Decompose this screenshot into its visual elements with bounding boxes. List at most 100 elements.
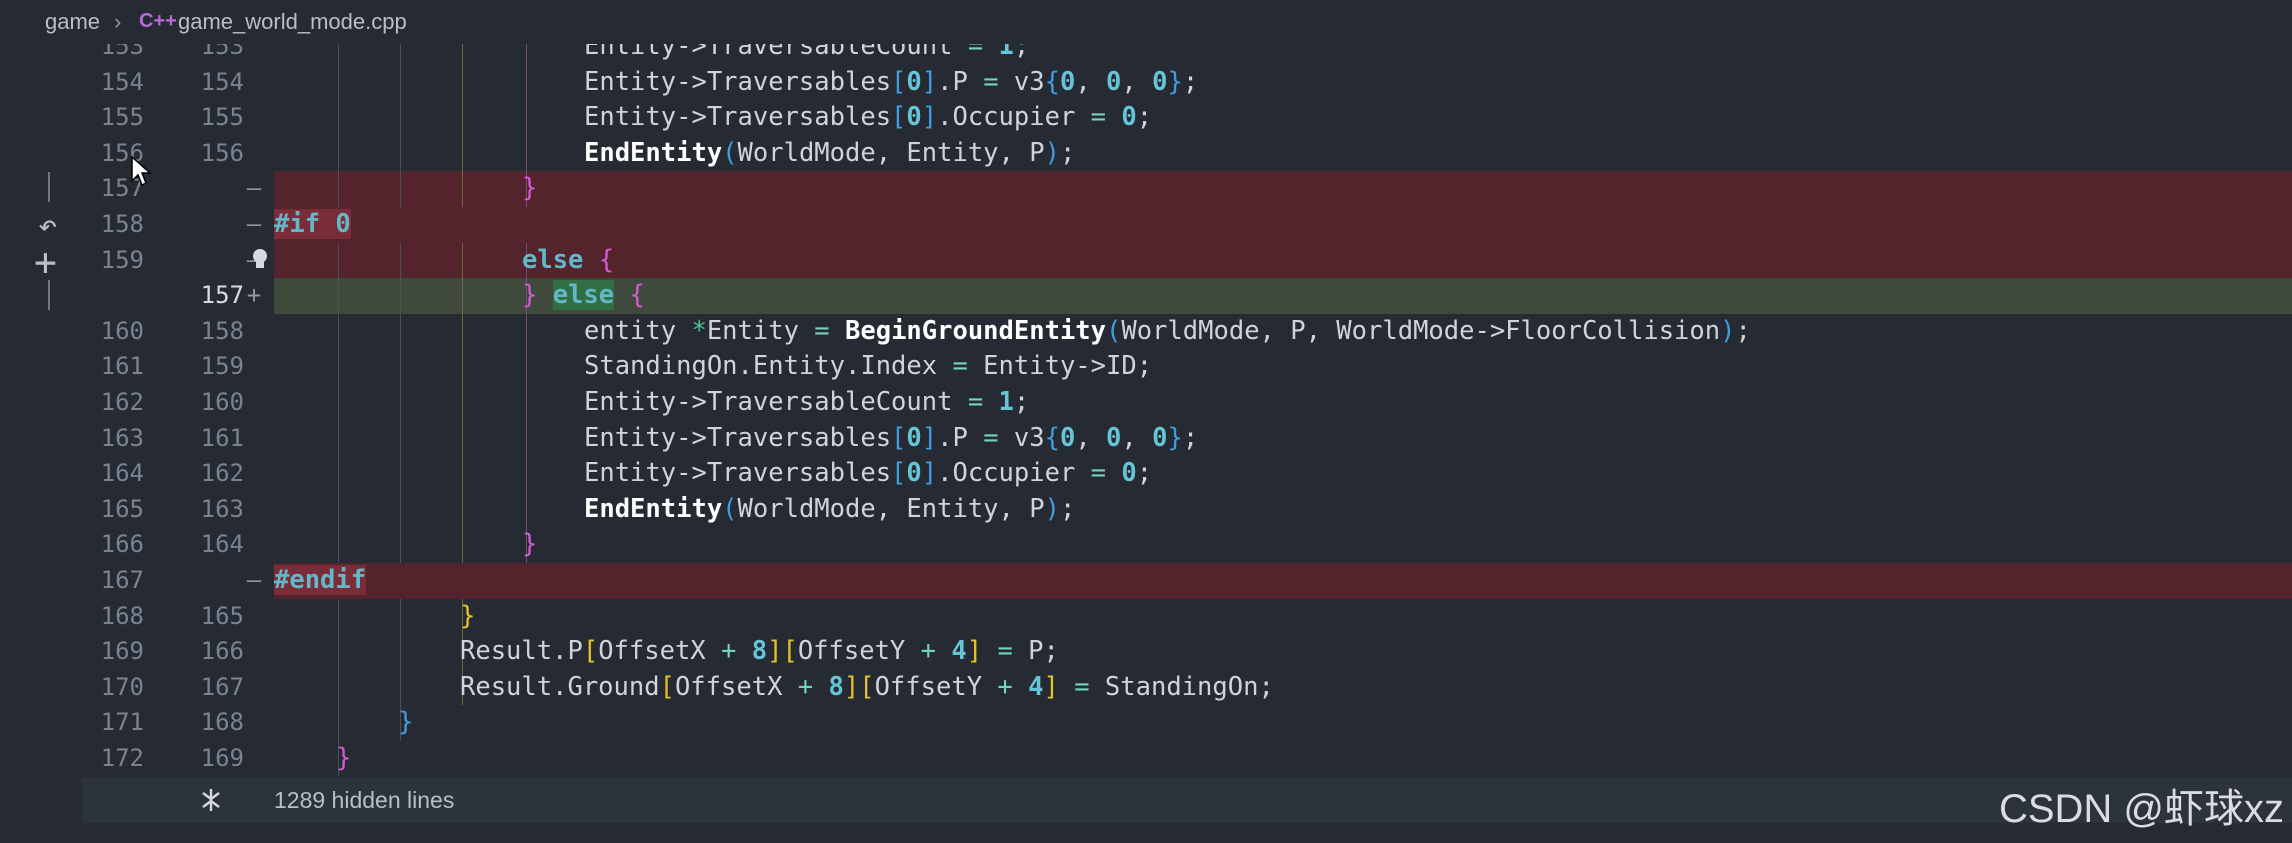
code-token: {: [629, 280, 645, 311]
revert-icon[interactable]: ↶: [38, 206, 57, 244]
breadcrumb: game › C++ game_world_mode.cpp: [0, 0, 2292, 44]
code-token: 0: [906, 66, 922, 97]
remove-marker: —: [246, 210, 262, 238]
code-line[interactable]: 169 166 Result.P[OffsetX + 8][OffsetY + 4]…: [0, 634, 2292, 670]
code-text[interactable]: }: [522, 527, 537, 563]
line-background: [274, 741, 2292, 777]
breadcrumb-folder[interactable]: game: [45, 9, 100, 35]
deleted-line[interactable]: 159— else {: [0, 242, 2292, 279]
line-background: [274, 171, 2292, 207]
code-text[interactable]: Result.Ground[OffsetX + 8][OffsetY + 4] …: [460, 670, 1274, 706]
code-text[interactable]: Entity->Traversables[0].P = v3{0, 0, 0};: [584, 421, 1198, 457]
code-token: *: [691, 315, 707, 346]
new-line-number: 154: [200, 67, 244, 96]
remove-marker: [244, 670, 264, 706]
code-text[interactable]: Result.P[OffsetX + 8][OffsetY + 4] = P;: [460, 634, 1059, 670]
code-text[interactable]: Entity->Traversables[0].Occupier = 0;: [584, 456, 1152, 492]
code-text[interactable]: }: [522, 171, 537, 207]
code-token: Result.P: [460, 636, 583, 667]
deleted-line[interactable]: 167 — #endif: [0, 563, 2292, 599]
code-line[interactable]: 162 160 Entity->TraversableCount = 1;: [0, 385, 2292, 421]
code-line[interactable]: 164 162 Entity->Traversables[0].Occupier =…: [0, 456, 2292, 492]
code-text[interactable]: } else {: [522, 278, 645, 314]
code-line[interactable]: 163 161 Entity->Traversables[0].P = v3{0, …: [0, 420, 2292, 457]
remove-marker: [244, 599, 264, 635]
code-line[interactable]: 168 165}: [0, 598, 2292, 635]
code-token: ;: [1136, 458, 1153, 489]
diff-editor[interactable]: 153 153 Entity->TraversableCount = 1; 154 15…: [0, 0, 2292, 843]
code-text[interactable]: Entity->TraversableCount = 1;: [584, 385, 1029, 421]
line-background: [274, 207, 2292, 243]
code-line[interactable]: 172 169}: [0, 741, 2292, 777]
code-text[interactable]: }: [398, 705, 413, 741]
code-token: P;: [1012, 636, 1059, 667]
code-token: .Occupier: [937, 102, 1091, 133]
code-text[interactable]: #endif: [274, 563, 367, 599]
code-token: EndEntity: [584, 493, 723, 524]
remove-marker: [244, 421, 264, 457]
code-token: ]: [921, 66, 938, 97]
code-text[interactable]: #if 0: [274, 207, 351, 243]
line-background: [274, 349, 2292, 385]
code-token: v3: [998, 422, 1045, 453]
code-line[interactable]: 156 156 EndEntity(WorldMode, Entity, P);: [0, 135, 2292, 172]
fold-icon[interactable]: [198, 787, 224, 820]
indent-guide: [400, 100, 401, 136]
code-token: [: [891, 102, 907, 133]
code-line[interactable]: 155 155 Entity->Traversables[0].Occupier =…: [0, 100, 2292, 136]
code-text[interactable]: Entity->Traversables[0].P = v3{0, 0, 0};: [584, 65, 1198, 101]
line-background: [274, 100, 2292, 136]
code-token: ): [1044, 137, 1060, 168]
add-icon[interactable]: +: [34, 240, 57, 284]
code-line[interactable]: 165 163 EndEntity(WorldMode, Entity, P);: [0, 491, 2292, 528]
remove-marker: [244, 349, 264, 385]
code-token: 8: [751, 636, 768, 667]
remove-marker: [244, 492, 264, 528]
code-text[interactable]: entity *Entity = BeginGroundEntity(World…: [584, 314, 1751, 350]
code-line[interactable]: 154 154 Entity->Traversables[0].P = v3{0, …: [0, 64, 2292, 101]
lightbulb-icon[interactable]: [250, 247, 270, 271]
code-line[interactable]: 166 164}: [0, 527, 2292, 563]
deleted-line[interactable]: 157—}: [0, 171, 2292, 207]
old-line-number: 163: [100, 423, 144, 452]
code-line[interactable]: 170 167 Result.Ground[OffsetX + 8][OffsetY…: [0, 669, 2292, 706]
code-text[interactable]: EndEntity(WorldMode, Entity, P);: [584, 136, 1075, 172]
code-text[interactable]: Entity->Traversables[0].Occupier = 0;: [584, 100, 1152, 136]
code-token: EndEntity: [584, 137, 723, 168]
remove-marker: [244, 527, 264, 563]
code-token: ;: [1136, 102, 1153, 133]
line-background: [274, 421, 2292, 457]
gutter-divider: [48, 172, 50, 202]
old-line-number: 168: [100, 601, 144, 630]
code-text[interactable]: else {: [522, 243, 614, 279]
indent-guide: [400, 278, 401, 314]
indent-guide: [338, 171, 339, 207]
code-token: (: [722, 137, 738, 168]
indent-guide: [400, 349, 401, 385]
breadcrumb-file[interactable]: game_world_mode.cpp: [178, 9, 407, 35]
code-token: Result.Ground: [460, 671, 660, 702]
code-text[interactable]: }: [460, 599, 475, 635]
hidden-lines-bar[interactable]: 1289 hidden lines: [82, 778, 2292, 823]
code-token: ][: [767, 636, 798, 667]
hidden-lines-label: 1289 hidden lines: [274, 787, 455, 813]
new-line-number: 167: [200, 672, 244, 701]
code-text[interactable]: EndEntity(WorldMode, Entity, P);: [584, 492, 1075, 528]
code-line[interactable]: 171 168}: [0, 705, 2292, 741]
indent-guide: [400, 135, 401, 172]
code-text[interactable]: StandingOn.Entity.Index = Entity->ID;: [584, 349, 1152, 385]
code-line[interactable]: 161 159 StandingOn.Entity.Index = Entity->…: [0, 349, 2292, 385]
code-line[interactable]: 160 158 entity *Entity = BeginGroundEntity…: [0, 313, 2292, 350]
indent-guide: [400, 527, 401, 563]
deleted-line[interactable]: 158 — #if 0: [0, 207, 2292, 243]
code-text[interactable]: }: [336, 741, 351, 777]
old-line-number: 167: [100, 566, 144, 594]
indent-guide: [462, 135, 463, 172]
indent-guide: [526, 313, 527, 350]
code-token: Entity->Traversables: [584, 66, 892, 97]
added-line[interactable]: 157 +} else {: [0, 278, 2292, 314]
indent-guide: [462, 171, 463, 207]
code-token: }: [1167, 66, 1183, 97]
